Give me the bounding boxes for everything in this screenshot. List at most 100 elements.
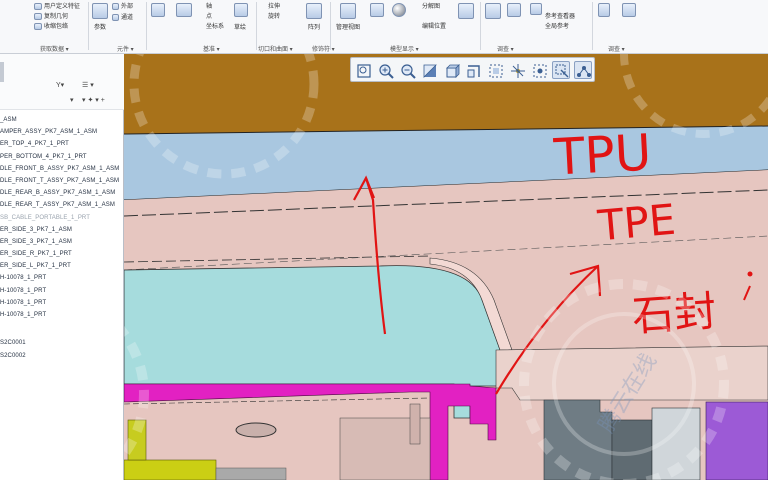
check-icon[interactable] — [598, 3, 610, 17]
sphere-icon[interactable] — [392, 3, 406, 17]
named-views-icon[interactable] — [574, 61, 592, 79]
annotation-icon[interactable] — [530, 3, 542, 15]
component-purple — [705, 401, 768, 480]
tree-item[interactable]: AMPER_ASSY_PK7_ASM_1_ASM — [0, 126, 124, 138]
interference-icon[interactable] — [485, 3, 501, 19]
tree-settings-dropdown[interactable]: Y▾ — [56, 81, 64, 89]
repaint-icon[interactable] — [420, 61, 438, 79]
group-label-investigate[interactable]: 调查 ▾ — [497, 44, 514, 53]
ribbon-item-external[interactable]: 外部 — [121, 3, 133, 11]
ribbon-separator — [88, 2, 89, 50]
model-tree-toolbar: Y▾ ☰ ▾ ▾ ▾ ✦ ▾ + — [0, 54, 124, 110]
tree-item[interactable]: ER_TOP_4_PK7_1_PRT — [0, 138, 124, 150]
tree-item[interactable]: H-10078_1_PRT — [0, 309, 124, 321]
cube-icon[interactable] — [370, 3, 384, 17]
pattern-icon[interactable] — [306, 3, 322, 19]
tree-item[interactable]: ER_SIDE_L_PK7_1_PRT — [0, 260, 124, 272]
tree-item[interactable]: DLE_FRONT_B_ASSY_PK7_ASM_1_ASM — [0, 163, 124, 175]
component-yellow — [124, 459, 217, 480]
parameters-icon[interactable] — [92, 3, 108, 19]
tree-item[interactable]: DLE_REAR_B_ASSY_PK7_ASM_1_ASM — [0, 187, 124, 199]
tree-item[interactable]: H-10078_1_PRT — [0, 285, 124, 297]
ribbon-item-sketch[interactable]: 草绘 — [234, 24, 246, 32]
group-label-cut-surface[interactable]: 切口和曲面 ▾ — [258, 44, 293, 53]
tree-item[interactable]: H-10078_1_PRT — [0, 297, 124, 309]
zoom-in-icon[interactable] — [376, 61, 394, 79]
ribbon-group-labels: 获取数据 ▾ 元件 ▾ 基准 ▾ 切口和曲面 ▾ 修饰符 ▾ 模型显示 ▾ 调查… — [0, 43, 768, 54]
ribbon-item-extrude[interactable]: 拉伸 — [268, 3, 280, 11]
tree-filter-dropdown[interactable]: ☰ ▾ — [82, 81, 94, 89]
ribbon-separator — [256, 2, 257, 50]
group-label-component[interactable]: 元件 ▾ — [117, 44, 134, 53]
tree-item[interactable]: PER_BOTTOM_4_PK7_1_PRT — [0, 151, 124, 163]
ribbon-item-pattern[interactable]: 阵列 — [308, 24, 320, 32]
group-label-get-data[interactable]: 获取数据 ▾ — [40, 44, 69, 53]
channel-icon[interactable] — [112, 14, 119, 21]
ribbon-item-user-feature[interactable]: 用户定义特征 — [44, 3, 80, 11]
tree-item[interactable]: DLE_FRONT_T_ASSY_PK7_ASM_1_ASM — [0, 175, 124, 187]
saved-orientations-icon[interactable] — [442, 61, 460, 79]
ribbon-item-point[interactable]: 点 — [206, 13, 212, 21]
ribbon-item-copy-geometry[interactable]: 复制几何 — [44, 13, 68, 21]
tree-tools-row[interactable]: ▾ ✦ ▾ + — [82, 96, 105, 104]
tree-item[interactable]: ER_SIDE_3_PK7_1_ASM — [0, 236, 124, 248]
ribbon-item-shrinkwrap[interactable]: 收缩包络 — [44, 23, 68, 31]
ribbon: 用户定义特征 复制几何 收缩包络 参数 外部 通道 轴 点 坐标系 草绘 拉伸 … — [0, 0, 768, 54]
inner-block — [409, 403, 421, 445]
ribbon-item-view-manager[interactable]: 管理视图 — [336, 24, 360, 32]
ribbon-separator — [592, 2, 593, 50]
wrench-icon[interactable] — [622, 3, 636, 17]
group-label-model-display[interactable]: 模型显示 ▾ — [390, 44, 419, 53]
measure-icon[interactable] — [507, 3, 521, 17]
tree-item[interactable]: S2C0001 — [0, 337, 124, 349]
graphics-viewport[interactable]: TPU TPE 石封 腾云在线 腾云在线 — [124, 54, 768, 480]
ribbon-separator — [146, 2, 147, 50]
sketch-icon[interactable] — [234, 3, 248, 17]
tree-search-dropdown[interactable]: ▾ — [70, 96, 74, 104]
model-tree: _ASM AMPER_ASSY_PK7_ASM_1_ASM ER_TOP_4_P… — [0, 114, 124, 362]
annotation-tpe: TPE — [596, 194, 678, 251]
spin-center-icon[interactable] — [530, 61, 548, 79]
user-feature-icon[interactable] — [34, 3, 42, 10]
component-yellow — [127, 419, 147, 461]
ribbon-item-ref-viewer[interactable]: 参考查看器 — [545, 13, 575, 21]
group-label-modifiers[interactable]: 修饰符 ▾ — [312, 44, 335, 53]
copy-geometry-icon[interactable] — [34, 13, 42, 20]
panel-scroll-icon[interactable] — [0, 62, 4, 82]
view-manager-icon[interactable] — [340, 3, 356, 19]
model-tree-panel: Y▾ ☰ ▾ ▾ ▾ ✦ ▾ + _ASM AMPER_ASSY_PK7_ASM… — [0, 54, 124, 480]
display-style-icon[interactable] — [486, 61, 504, 79]
shrinkwrap-icon[interactable] — [34, 23, 42, 30]
tree-item[interactable]: S2C0002 — [0, 350, 124, 362]
group-label-datum[interactable]: 基准 ▾ — [203, 44, 220, 53]
display-style-icon[interactable] — [458, 3, 474, 19]
tree-item-suppressed[interactable]: SB_CABLE_PORTABLE_1_PRT — [0, 212, 124, 224]
component-gray — [215, 467, 287, 480]
tree-item[interactable]: H-10078_1_PRT — [0, 272, 124, 284]
annotation-tpu: TPU — [552, 123, 653, 187]
view-manager-icon[interactable] — [464, 61, 482, 79]
ribbon-item-channel[interactable]: 通道 — [121, 14, 133, 22]
zoom-fit-icon[interactable] — [354, 61, 372, 79]
plane-icon[interactable] — [176, 3, 192, 17]
tree-item[interactable]: _ASM — [0, 114, 124, 126]
ribbon-item-global-ref[interactable]: 全局参考 — [545, 23, 569, 31]
tree-item[interactable]: ER_SIDE_3_PK7_1_ASM — [0, 224, 124, 236]
datum-display-icon[interactable] — [508, 61, 526, 79]
ribbon-separator — [330, 2, 331, 50]
external-icon[interactable] — [112, 3, 119, 10]
hole — [235, 422, 277, 438]
tree-item[interactable]: DLE_REAR_T_ASSY_PK7_ASM_1_ASM — [0, 199, 124, 211]
model-render[interactable] — [124, 54, 768, 480]
ribbon-item-exploded[interactable]: 分解图 — [422, 3, 440, 11]
ribbon-item-csys[interactable]: 坐标系 — [206, 23, 224, 31]
hand-icon[interactable] — [151, 3, 165, 17]
annotation-display-icon[interactable] — [552, 61, 570, 79]
ribbon-item-parameters[interactable]: 参数 — [94, 24, 106, 32]
ribbon-item-revolve[interactable]: 旋转 — [268, 13, 280, 21]
tree-item[interactable]: ER_SIDE_R_PK7_1_PRT — [0, 248, 124, 260]
zoom-out-icon[interactable] — [398, 61, 416, 79]
ribbon-item-axis[interactable]: 轴 — [206, 3, 212, 11]
group-label-tools[interactable]: 调查 ▾ — [608, 44, 625, 53]
ribbon-item-edit-position[interactable]: 编辑位置 — [422, 23, 446, 31]
